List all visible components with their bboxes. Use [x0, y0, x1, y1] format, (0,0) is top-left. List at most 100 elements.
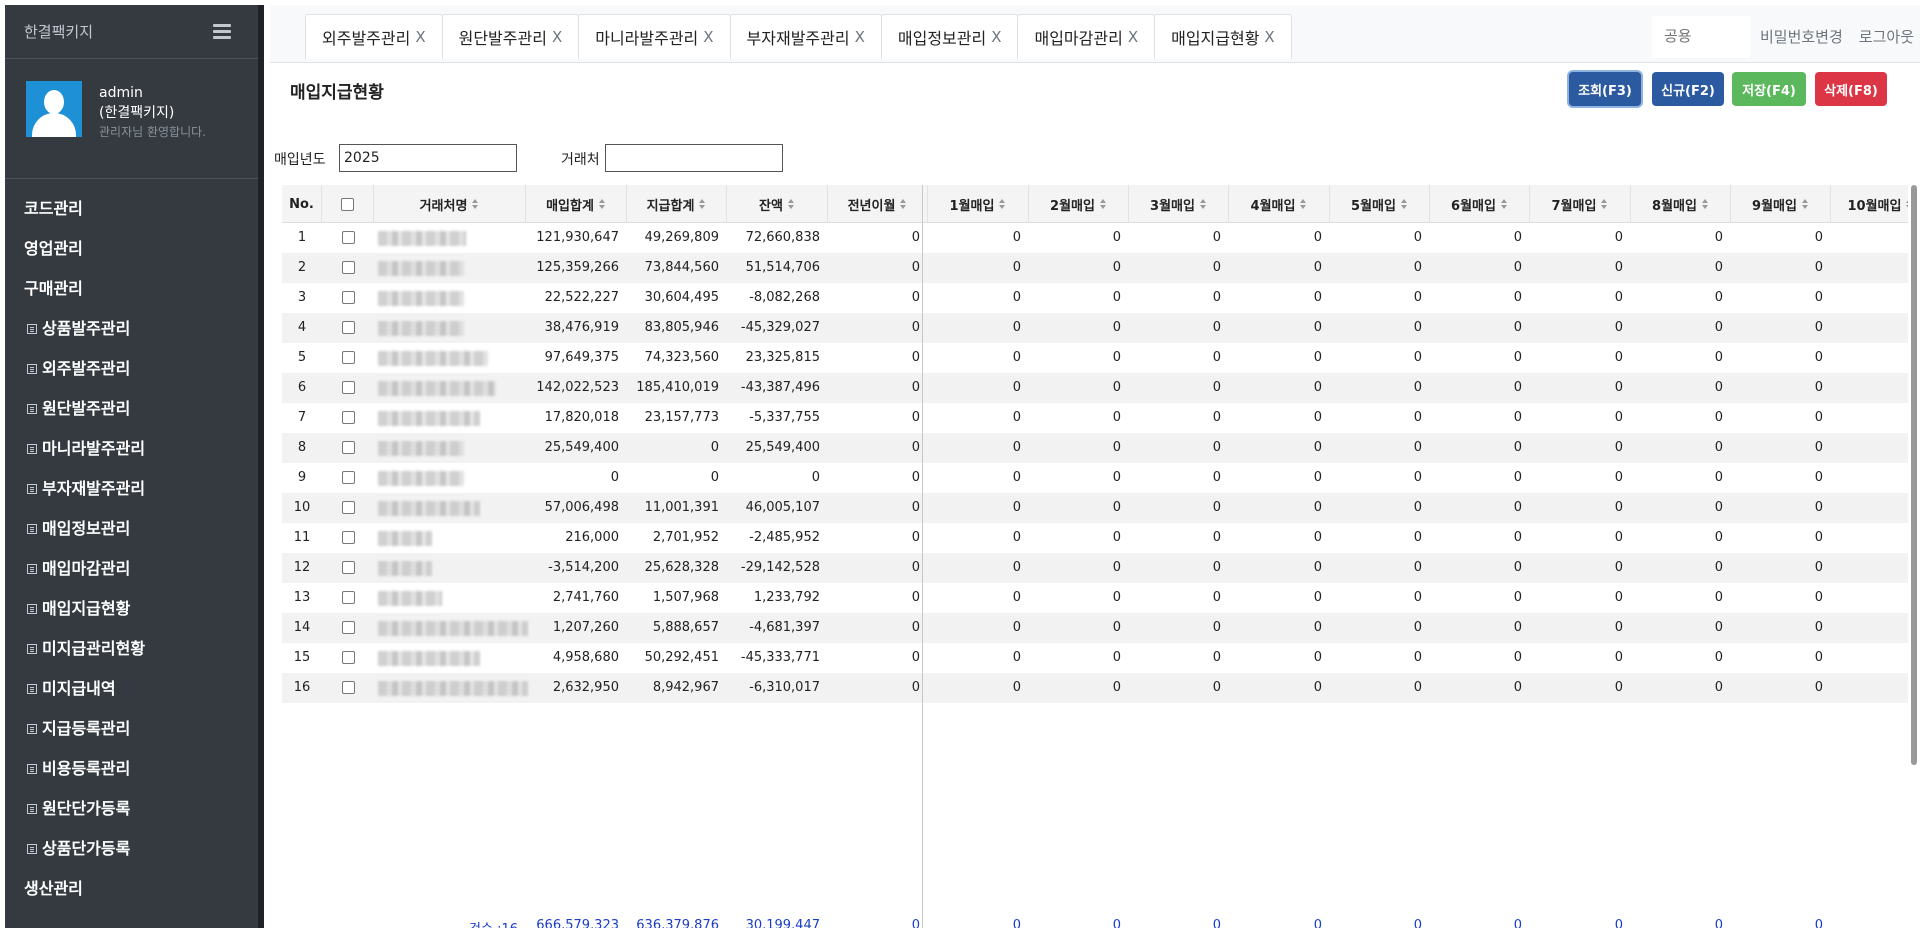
sort-icon[interactable] — [900, 198, 907, 210]
row-checkbox[interactable] — [341, 681, 355, 694]
sidebar-item-8[interactable]: 매입정보관리 — [5, 509, 263, 549]
sort-icon[interactable] — [1099, 198, 1107, 210]
delete-button[interactable]: 삭제(F8) — [1815, 72, 1887, 106]
table-row[interactable]: 11 216,000 2,701,952 -2,485,952 0 0 0 0 0 0 0 0 0 0 — [282, 523, 1908, 553]
table-row[interactable]: 8 25,549,400 0 25,549,400 0 0 0 0 0 0 0 0 0 0 — [282, 433, 1908, 463]
row-checkbox[interactable] — [341, 501, 355, 514]
sidebar-item-7[interactable]: 부자재발주관리 — [5, 469, 263, 509]
sidebar-item-12[interactable]: 미지급내역 — [5, 669, 263, 709]
tab-3[interactable]: 부자재발주관리 X — [729, 14, 882, 59]
tab-close-icon[interactable]: X — [1128, 28, 1138, 46]
column-header-7[interactable]: 1월매입 — [928, 185, 1029, 223]
sort-icon[interactable] — [787, 198, 795, 210]
search-button[interactable]: 조회(F3) — [1569, 72, 1641, 106]
table-row[interactable]: 4 38,476,919 83,805,946 -45,329,027 0 0 0 0 0 0 0 0… — [282, 313, 1908, 343]
tab-5[interactable]: 매입마감관리 X — [1017, 14, 1156, 59]
column-header-16[interactable]: 10월매입 — [1831, 185, 1908, 223]
sidebar-item-10[interactable]: 매입지급현황 — [5, 589, 263, 629]
sidebar-item-3[interactable]: 상품발주관리 — [5, 309, 263, 349]
table-row[interactable]: 5 97,649,375 74,323,560 23,325,815 0 0 0 0 0 0 0 0 0… — [282, 343, 1908, 373]
password-change-link[interactable]: 비밀번호변경 — [1760, 26, 1843, 47]
sidebar-item-0[interactable]: 코드관리 — [5, 189, 263, 229]
vendor-input[interactable] — [605, 144, 783, 172]
sidebar-item-9[interactable]: 매입마감관리 — [5, 549, 263, 589]
tab-close-icon[interactable]: X — [552, 28, 562, 46]
row-checkbox[interactable] — [341, 471, 355, 484]
row-checkbox[interactable] — [341, 291, 355, 304]
sort-icon[interactable] — [1601, 198, 1608, 210]
sidebar-item-13[interactable]: 지급등록관리 — [5, 709, 263, 749]
table-row[interactable]: 12 -3,514,200 25,628,328 -29,142,528 0 0 0 0 0 0 0… — [282, 553, 1908, 583]
table-row[interactable]: 10 57,006,498 11,001,391 46,005,107 0 0 0 0 0 0 0 0… — [282, 493, 1908, 523]
sort-icon[interactable] — [1199, 198, 1207, 210]
column-header-13[interactable]: 7월매입 — [1530, 185, 1631, 223]
column-header-4[interactable]: 지급합계 — [627, 185, 727, 223]
table-row[interactable]: 6 142,022,523 185,410,019 -43,387,496 0 0 0 0 0 0… — [282, 373, 1908, 403]
row-checkbox[interactable] — [341, 651, 355, 664]
tab-close-icon[interactable]: X — [991, 28, 1001, 46]
table-row[interactable]: 2 125,359,266 73,844,560 51,514,706 0 0 0 0 0 0 0 0… — [282, 253, 1908, 283]
sidebar-item-1[interactable]: 영업관리 — [5, 229, 263, 269]
save-button[interactable]: 저장(F4) — [1732, 72, 1806, 106]
sort-icon[interactable] — [1701, 198, 1709, 210]
tab-close-icon[interactable]: X — [703, 28, 713, 46]
column-header-8[interactable]: 2월매입 — [1029, 185, 1129, 223]
row-checkbox[interactable] — [341, 561, 355, 574]
table-row[interactable]: 13 2,741,760 1,507,968 1,233,792 0 0 0 0 0 0 0 0 0 0 — [282, 583, 1908, 613]
column-header-6[interactable]: 전년이월 — [828, 185, 928, 223]
sidebar-item-16[interactable]: 상품단가등록 — [5, 829, 263, 869]
row-checkbox[interactable] — [341, 351, 355, 364]
sort-icon[interactable] — [1801, 198, 1809, 210]
sidebar-brand[interactable]: 한결팩키지 — [5, 5, 263, 59]
column-header-12[interactable]: 6월매입 — [1430, 185, 1530, 223]
column-header-2[interactable]: 거래처명 — [374, 185, 526, 223]
common-input[interactable] — [1651, 15, 1750, 58]
column-header-10[interactable]: 4월매입 — [1229, 185, 1330, 223]
table-row[interactable]: 1 121,930,647 49,269,809 72,660,838 0 0 0 0 0 0 0 0… — [282, 223, 1908, 253]
tab-0[interactable]: 외주발주관리 X — [305, 14, 443, 59]
sort-icon[interactable] — [1500, 198, 1508, 210]
column-header-3[interactable]: 매입합계 — [526, 185, 627, 223]
sidebar-item-15[interactable]: 원단단가등록 — [5, 789, 263, 829]
sidebar-item-11[interactable]: 미지급관리현황 — [5, 629, 263, 669]
sidebar-item-6[interactable]: 마니라발주관리 — [5, 429, 263, 469]
table-row[interactable]: 15 4,958,680 50,292,451 -45,333,771 0 0 0 0 0 0 0 0… — [282, 643, 1908, 673]
sidebar-item-5[interactable]: 원단발주관리 — [5, 389, 263, 429]
table-row[interactable]: 7 17,820,018 23,157,773 -5,337,755 0 0 0 0 0 0 0 0 0… — [282, 403, 1908, 433]
sort-icon[interactable] — [999, 198, 1006, 210]
column-header-5[interactable]: 잔액 — [727, 185, 828, 223]
table-row[interactable]: 3 22,522,227 30,604,495 -8,082,268 0 0 0 0 0 0 0 0 0… — [282, 283, 1908, 313]
table-row[interactable]: 14 1,207,260 5,888,657 -4,681,397 0 0 0 0 0 0 0 0 0 0 — [282, 613, 1908, 643]
column-header-15[interactable]: 9월매입 — [1731, 185, 1831, 223]
table-row[interactable]: 16 2,632,950 8,942,967 -6,310,017 0 0 0 0 0 0 0 0 0 0 — [282, 673, 1908, 703]
tab-4[interactable]: 매입정보관리 X — [880, 14, 1019, 59]
column-header-14[interactable]: 8월매입 — [1631, 185, 1731, 223]
table-row[interactable]: 9 0 0 0 0 0 0 0 0 0 0 0 0 0 — [282, 463, 1908, 493]
row-checkbox[interactable] — [341, 381, 355, 394]
tab-1[interactable]: 원단발주관리 X — [441, 14, 580, 59]
sidebar-item-14[interactable]: 비용등록관리 — [5, 749, 263, 789]
sidebar-scrollbar[interactable] — [258, 5, 264, 928]
tab-6[interactable]: 매입지급현황 X — [1154, 14, 1292, 59]
sort-icon[interactable] — [472, 198, 479, 210]
select-all-checkbox[interactable] — [341, 197, 354, 211]
year-input[interactable] — [339, 144, 517, 172]
sort-icon[interactable] — [598, 198, 606, 210]
row-checkbox[interactable] — [341, 591, 355, 604]
row-checkbox[interactable] — [341, 441, 355, 454]
row-checkbox[interactable] — [341, 261, 355, 274]
new-button[interactable]: 신규(F2) — [1652, 72, 1724, 106]
tab-close-icon[interactable]: X — [1264, 28, 1274, 46]
tab-close-icon[interactable]: X — [415, 28, 425, 46]
tab-2[interactable]: 마니라발주관리 X — [578, 14, 731, 59]
sort-icon[interactable] — [1300, 198, 1307, 210]
grid-vertical-scrollbar[interactable] — [1911, 185, 1917, 765]
row-checkbox[interactable] — [341, 321, 355, 334]
row-checkbox[interactable] — [341, 621, 355, 634]
row-checkbox[interactable] — [341, 531, 355, 544]
sidebar-item-17[interactable]: 생산관리 — [5, 869, 263, 909]
hamburger-menu-icon[interactable] — [213, 24, 231, 40]
sort-icon[interactable] — [699, 198, 706, 210]
sidebar-item-2[interactable]: 구매관리 — [5, 269, 263, 309]
row-checkbox[interactable] — [341, 411, 355, 424]
